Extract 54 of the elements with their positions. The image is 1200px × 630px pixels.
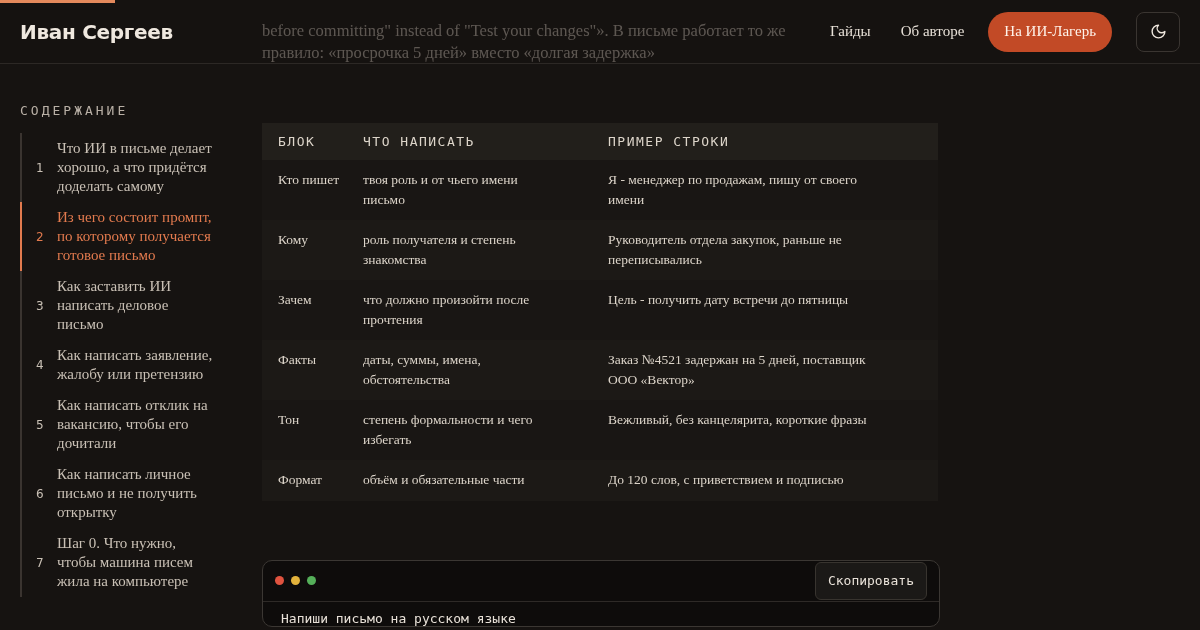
toc-label: Как написать личное письмо и не получить открытку [57,465,198,522]
toc-label: Как заставить ИИ написать деловое письмо [57,277,173,334]
toc-number: 4 [36,358,45,372]
table-cell-text: даты, суммы, имена, обстоятельства [363,351,482,389]
table-cell-text: До 120 слов, с приветствием и подписью [608,471,845,489]
code-line: Напиши письмо на русском языке [280,609,517,626]
table-cell-text: что должно произойти после прочтения [363,291,531,329]
window-dot-icon [275,576,284,585]
column-header: ПРИМЕР СТРОКИ [608,134,731,149]
table-cell-text: объём и обязательные части [363,471,526,489]
table-cell-text: Зачем [278,291,313,309]
toc-number: 6 [36,486,45,501]
table-cell-text: Тон [278,411,301,429]
toc-label: Как написать заявление, жалобу или претензию [57,346,214,384]
table-cell-text: Факты [278,351,317,369]
table-cell-text: Цель - получить дату встречи до пятницы [608,291,850,309]
table-cell-text: твоя роль и от чьего имени письмо [363,171,519,209]
nav-link[interactable]: Об авторе [900,23,965,40]
table-cell-text: Руководитель отдела закупок, раньше не переписывались [608,231,843,269]
table-cell-text: степень формальности и чего избегать [363,411,534,449]
nav-link[interactable]: Гайды [830,23,871,40]
moon-icon [1149,23,1167,40]
toc-title: СОДЕРЖАНИЕ [20,103,130,118]
toc-number: 2 [36,229,45,244]
toc-item[interactable]: 3 Как заставить ИИ написать деловое письмо [20,271,262,340]
table-cell-text: Кто пишет [278,171,340,189]
table-cell-text: Кому [278,231,310,249]
toc-item[interactable]: 6 Как написать личное письмо и не получить открытку [20,459,262,528]
window-dot-icon [307,576,316,585]
article-text-line: before committing" instead of "Test your changes"». В письме работает то же [262,20,786,42]
copy-button[interactable]: Скопировать [814,561,927,600]
window-dot-icon [291,576,300,585]
toc-number: 7 [36,555,45,570]
column-header: ЧТО НАПИСАТЬ [363,134,476,149]
toc-number: 5 [36,417,45,432]
table-cell-text: Я - менеджер по продажам, пишу от своего имени [608,171,859,209]
toc-label: Как написать отклик на вакансию, чтобы его дочитали [57,396,209,453]
toc-number: 1 [36,160,45,175]
site-logo[interactable]: Иван Сергеев [20,19,173,44]
column-header: БЛОК [278,134,317,149]
toc-number: 3 [36,298,45,313]
toc-label: Что ИИ в письме делает хорошо, а что придётся доделать самому [57,139,213,196]
toc-label: Из чего состоит промпт, по которому получается готовое письмо [57,208,213,265]
cta-button[interactable]: На ИИ-Лагерь [988,11,1112,52]
toc-item[interactable]: 7 Шаг 0. Что нужно, чтобы машина писем жила на компьютере [20,528,262,597]
toc-item[interactable]: 1 Что ИИ в письме делает хорошо, а что придётся доделать самому [20,133,262,202]
article-text-line: правило: «просрочка 5 дней» вместо «долгая задержка» [262,42,655,64]
table-cell-text: роль получателя и степень знакомства [363,231,517,269]
table-cell-text: Формат [278,471,323,489]
theme-toggle-button[interactable] [1136,11,1180,52]
toc-label: Шаг 0. Что нужно, чтобы машина писем жила на компьютере [57,534,194,591]
table-cell-text: Вежливый, без канцелярита, короткие фразы [608,411,868,429]
table-cell-text: Заказ №4521 задержан на 5 дней, поставщик ООО «Вектор» [608,351,867,389]
toc-item[interactable]: 5 Как написать отклик на вакансию, чтобы его дочитали [20,390,262,459]
